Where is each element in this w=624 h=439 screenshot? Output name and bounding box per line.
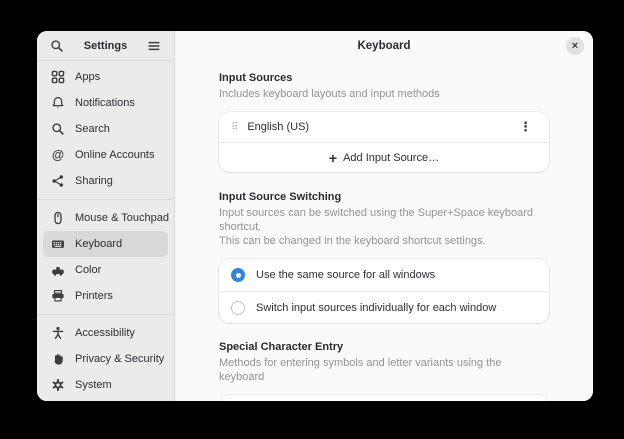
input-source-name: English (US) bbox=[247, 121, 309, 133]
sidebar-list: Apps Notifications Search @ Online Accou… bbox=[37, 61, 174, 401]
keyboard-panel: Keyboard × Input Sources Includes keyboa… bbox=[175, 31, 593, 401]
search-button[interactable] bbox=[47, 36, 67, 56]
keyboard-content: Input Sources Includes keyboard layouts … bbox=[175, 61, 593, 401]
sidebar-item-search[interactable]: Search bbox=[43, 116, 168, 142]
gear-icon bbox=[50, 377, 66, 393]
sidebar-item-mouse-touchpad[interactable]: Mouse & Touchpad bbox=[43, 205, 168, 231]
at-sign-icon: @ bbox=[50, 147, 66, 163]
input-source-row[interactable]: ⠿ English (US) ⋮ bbox=[219, 112, 549, 142]
sidebar-item-color[interactable]: Color bbox=[43, 257, 168, 283]
sidebar-header: Settings bbox=[37, 31, 174, 61]
radio-selected[interactable] bbox=[231, 268, 245, 282]
sidebar-item-label: Printers bbox=[75, 290, 113, 302]
kebab-menu-icon[interactable]: ⋮ bbox=[514, 117, 537, 137]
sidebar-item-online-accounts[interactable]: @ Online Accounts bbox=[43, 142, 168, 168]
sidebar-item-privacy-security[interactable]: Privacy & Security bbox=[43, 346, 168, 372]
settings-window: Settings Apps Notifications bbox=[37, 31, 593, 401]
hand-icon bbox=[50, 351, 66, 367]
close-button[interactable]: × bbox=[566, 37, 584, 55]
sidebar-item-label: Notifications bbox=[75, 97, 135, 109]
sidebar-item-system[interactable]: System bbox=[43, 372, 168, 398]
sidebar-title: Settings bbox=[67, 40, 144, 52]
sidebar-item-accessibility[interactable]: Accessibility bbox=[43, 320, 168, 346]
option-label: Switch input sources individually for ea… bbox=[256, 302, 496, 314]
sidebar-item-sharing[interactable]: Sharing bbox=[43, 168, 168, 194]
magnifier-icon bbox=[50, 121, 66, 137]
sidebar-item-label: System bbox=[75, 379, 112, 391]
desktop-background: { "colors": { "accent": "#3584e4", "side… bbox=[0, 0, 624, 439]
close-icon: × bbox=[572, 41, 578, 52]
accessibility-person-icon bbox=[50, 325, 66, 341]
special-entry-card: Alternate Characters Key Right Alt › Com… bbox=[219, 395, 549, 401]
search-icon bbox=[50, 39, 64, 53]
input-sources-heading: Input Sources bbox=[219, 71, 549, 85]
hamburger-menu-icon bbox=[147, 39, 161, 53]
sidebar-item-printers[interactable]: Printers bbox=[43, 283, 168, 309]
keyboard-icon bbox=[50, 236, 66, 252]
sidebar-item-label: Apps bbox=[75, 71, 100, 83]
alternate-characters-row[interactable]: Alternate Characters Key Right Alt › bbox=[219, 395, 549, 401]
switching-description: Input sources can be switched using the … bbox=[219, 206, 549, 248]
sidebar-item-label: Keyboard bbox=[75, 238, 122, 250]
add-input-source-label: Add Input Source… bbox=[343, 152, 439, 164]
plus-icon: + bbox=[329, 151, 337, 165]
drag-handle-icon[interactable]: ⠿ bbox=[231, 122, 237, 133]
sidebar-item-label: Online Accounts bbox=[75, 149, 155, 161]
switching-heading: Input Source Switching bbox=[219, 190, 549, 204]
sidebar-divider bbox=[37, 314, 174, 315]
input-sources-subtitle: Includes keyboard layouts and input meth… bbox=[219, 87, 549, 101]
colorimeter-icon bbox=[50, 262, 66, 278]
page-title: Keyboard bbox=[175, 40, 593, 52]
sidebar-item-apps[interactable]: Apps bbox=[43, 64, 168, 90]
sidebar-item-label: Search bbox=[75, 123, 110, 135]
special-entry-subtitle: Methods for entering symbols and letter … bbox=[219, 356, 549, 384]
sidebar-divider bbox=[37, 199, 174, 200]
apps-grid-icon bbox=[50, 69, 66, 85]
mouse-icon bbox=[50, 210, 66, 226]
sidebar-item-label: Accessibility bbox=[75, 327, 135, 339]
sidebar-item-label: Color bbox=[75, 264, 101, 276]
option-label: Use the same source for all windows bbox=[256, 269, 435, 281]
sidebar: Settings Apps Notifications bbox=[37, 31, 175, 401]
same-source-option[interactable]: Use the same source for all windows bbox=[219, 259, 549, 291]
per-window-option[interactable]: Switch input sources individually for ea… bbox=[219, 291, 549, 323]
input-sources-card: ⠿ English (US) ⋮ + Add Input Source… bbox=[219, 112, 549, 172]
switching-card: Use the same source for all windows Swit… bbox=[219, 259, 549, 323]
radio-unselected[interactable] bbox=[231, 301, 245, 315]
add-input-source-button[interactable]: + Add Input Source… bbox=[219, 142, 549, 172]
main-headerbar: Keyboard × bbox=[175, 31, 593, 61]
sidebar-item-keyboard[interactable]: Keyboard bbox=[43, 231, 168, 257]
bell-icon bbox=[50, 95, 66, 111]
sidebar-item-notifications[interactable]: Notifications bbox=[43, 90, 168, 116]
share-nodes-icon bbox=[50, 173, 66, 189]
special-entry-heading: Special Character Entry bbox=[219, 340, 549, 354]
sidebar-item-label: Sharing bbox=[75, 175, 113, 187]
main-menu-button[interactable] bbox=[144, 36, 164, 56]
sidebar-item-label: Privacy & Security bbox=[75, 353, 164, 365]
printer-icon bbox=[50, 288, 66, 304]
sidebar-item-label: Mouse & Touchpad bbox=[75, 212, 169, 224]
